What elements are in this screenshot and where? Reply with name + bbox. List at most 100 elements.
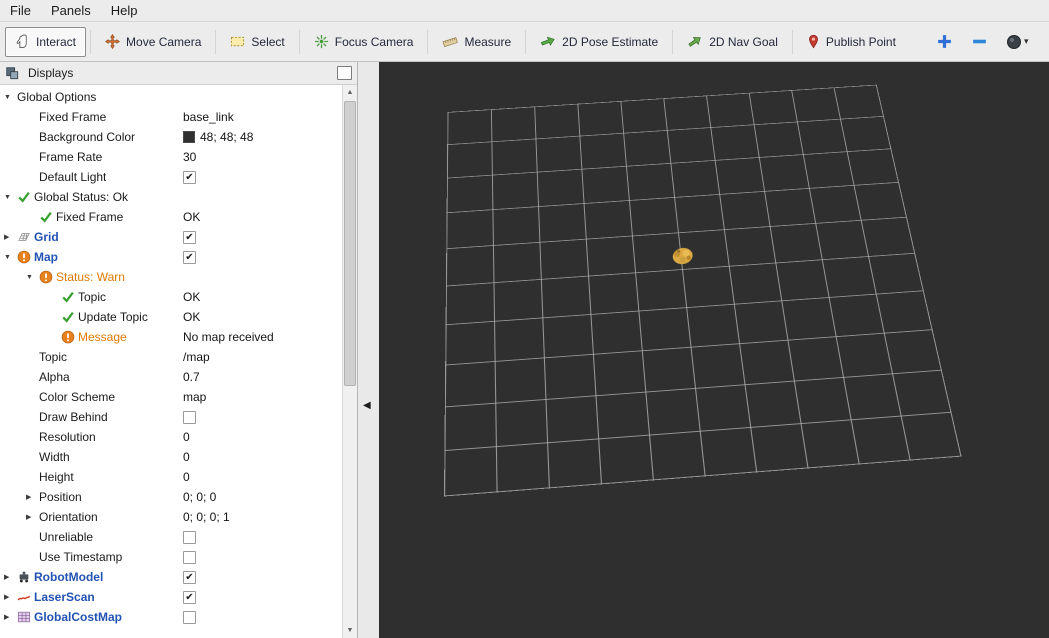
checkbox[interactable]: ✔	[183, 170, 196, 184]
tree-row[interactable]: ▶ Position 0; 0; 0	[0, 487, 342, 507]
expand-arrow-icon[interactable]: ▶	[4, 233, 17, 241]
property-value[interactable]: ✔	[178, 250, 342, 264]
add-tool-button[interactable]	[936, 33, 953, 50]
tree-row[interactable]: Unreliable	[0, 527, 342, 547]
property-label: Topic	[39, 350, 68, 364]
tree-row[interactable]: Fixed Frame OK	[0, 207, 342, 227]
tree-row[interactable]: Message No map received	[0, 327, 342, 347]
tool-label: Move Camera	[126, 34, 202, 49]
scroll-up-arrow-icon[interactable]: ▲	[343, 85, 357, 100]
tree-row[interactable]: Width 0	[0, 447, 342, 467]
tool-interact[interactable]: Interact	[5, 26, 87, 57]
toolbar-separator	[672, 29, 674, 54]
property-value[interactable]: ✔	[178, 170, 342, 184]
property-label: Resolution	[39, 430, 96, 444]
property-value[interactable]: No map received	[178, 330, 342, 344]
tree-row[interactable]: ▶ RobotModel ✔	[0, 567, 342, 587]
menu-file[interactable]: File	[10, 3, 31, 18]
collapse-arrow-icon[interactable]: ▼	[26, 274, 39, 281]
property-value[interactable]: 30	[178, 150, 342, 164]
collapse-arrow-icon[interactable]: ▼	[4, 254, 17, 261]
tree-row[interactable]: Update Topic OK	[0, 307, 342, 327]
tool-select[interactable]: Select	[220, 27, 294, 57]
tree-row[interactable]: Topic/map	[0, 347, 342, 367]
3d-viewport[interactable]	[379, 62, 1049, 638]
tree-row[interactable]: Color Scheme map	[0, 387, 342, 407]
property-value[interactable]: 0	[178, 450, 342, 464]
checkbox[interactable]	[183, 610, 196, 624]
property-value[interactable]: 0.7	[178, 370, 342, 384]
tool-publish-point[interactable]: Publish Point	[797, 27, 906, 57]
remove-tool-button[interactable]	[971, 33, 988, 50]
vertical-scrollbar[interactable]: ▲ ▼	[342, 85, 357, 638]
tree-row[interactable]: ▼ Map ✔	[0, 247, 342, 267]
property-value[interactable]: map	[178, 390, 342, 404]
menu-help[interactable]: Help	[111, 3, 138, 18]
property-value[interactable]: 48; 48; 48	[178, 130, 342, 144]
property-value[interactable]: 0	[178, 470, 342, 484]
tree-row[interactable]: Alpha 0.7	[0, 367, 342, 387]
tree-row[interactable]: ▶ GlobalCostMap	[0, 607, 342, 627]
tree-row[interactable]: ▶ Orientation 0; 0; 0; 1	[0, 507, 342, 527]
property-value[interactable]: OK	[178, 290, 342, 304]
grid-icon	[17, 230, 34, 244]
tree-row[interactable]: ▼ Global Options	[0, 87, 342, 107]
value-text: base_link	[183, 110, 234, 124]
property-value[interactable]: 0	[178, 430, 342, 444]
property-label: Global Status: Ok	[34, 190, 129, 204]
property-value[interactable]: OK	[178, 310, 342, 324]
tree-row[interactable]: Topic OK	[0, 287, 342, 307]
tool-move-camera[interactable]: Move Camera	[95, 27, 211, 57]
checkbox[interactable]	[183, 410, 196, 424]
panel-splitter[interactable]: ◀	[358, 62, 379, 638]
tool-options-button[interactable]: ▾	[1006, 34, 1028, 50]
property-value[interactable]: ✔	[178, 230, 342, 244]
tree-row[interactable]: Frame Rate 30	[0, 147, 342, 167]
checkbox[interactable]	[183, 550, 196, 564]
tree-row[interactable]: Resolution 0	[0, 427, 342, 447]
property-value[interactable]: OK	[178, 210, 342, 224]
tool-measure[interactable]: Measure	[432, 27, 521, 57]
collapse-panel-arrow-icon[interactable]: ◀	[363, 400, 371, 411]
scroll-down-arrow-icon[interactable]: ▼	[343, 623, 357, 638]
scrollbar-thumb[interactable]	[344, 101, 356, 386]
tree-row[interactable]: Draw Behind	[0, 407, 342, 427]
checkbox[interactable]: ✔	[183, 570, 196, 584]
property-value[interactable]: 0; 0; 0	[178, 490, 342, 504]
checkbox[interactable]	[183, 530, 196, 544]
tool-2d-nav-goal[interactable]: 2D Nav Goal	[677, 27, 788, 57]
property-value[interactable]	[178, 410, 342, 424]
property-value[interactable]: ✔	[178, 590, 342, 604]
property-value[interactable]	[178, 610, 342, 624]
checkbox[interactable]: ✔	[183, 590, 196, 604]
property-value[interactable]	[178, 550, 342, 564]
tree-row[interactable]: Use Timestamp	[0, 547, 342, 567]
tree-row[interactable]: ▶ LaserScan ✔	[0, 587, 342, 607]
tree-row[interactable]: ▶ Grid ✔	[0, 227, 342, 247]
tool-focus-camera[interactable]: Focus Camera	[304, 27, 424, 57]
float-panel-button[interactable]	[337, 66, 352, 80]
property-value[interactable]	[178, 530, 342, 544]
tree-row[interactable]: Background Color 48; 48; 48	[0, 127, 342, 147]
expand-arrow-icon[interactable]: ▶	[4, 613, 17, 621]
tree-row[interactable]: ▼ Status: Warn	[0, 267, 342, 287]
tree-row[interactable]: ▼ Global Status: Ok	[0, 187, 342, 207]
expand-arrow-icon[interactable]: ▶	[4, 593, 17, 601]
checkbox[interactable]: ✔	[183, 230, 196, 244]
tree-row[interactable]: Fixed Frame base_link	[0, 107, 342, 127]
expand-arrow-icon[interactable]: ▶	[26, 513, 39, 521]
menu-panels[interactable]: Panels	[51, 3, 91, 18]
property-value[interactable]: 0; 0; 0; 1	[178, 510, 342, 524]
tree-row[interactable]: Default Light ✔	[0, 167, 342, 187]
tool-2d-pose-estimate[interactable]: 2D Pose Estimate	[530, 27, 668, 57]
expand-arrow-icon[interactable]: ▶	[4, 573, 17, 581]
property-value[interactable]: ✔	[178, 570, 342, 584]
property-value[interactable]: base_link	[178, 110, 342, 124]
collapse-arrow-icon[interactable]: ▼	[4, 194, 17, 201]
property-name-cell: ▼ Status: Warn	[0, 270, 178, 284]
collapse-arrow-icon[interactable]: ▼	[4, 94, 17, 101]
property-value[interactable]: /map	[178, 350, 342, 364]
tree-row[interactable]: Height 0	[0, 467, 342, 487]
expand-arrow-icon[interactable]: ▶	[26, 493, 39, 501]
checkbox[interactable]: ✔	[183, 250, 196, 264]
